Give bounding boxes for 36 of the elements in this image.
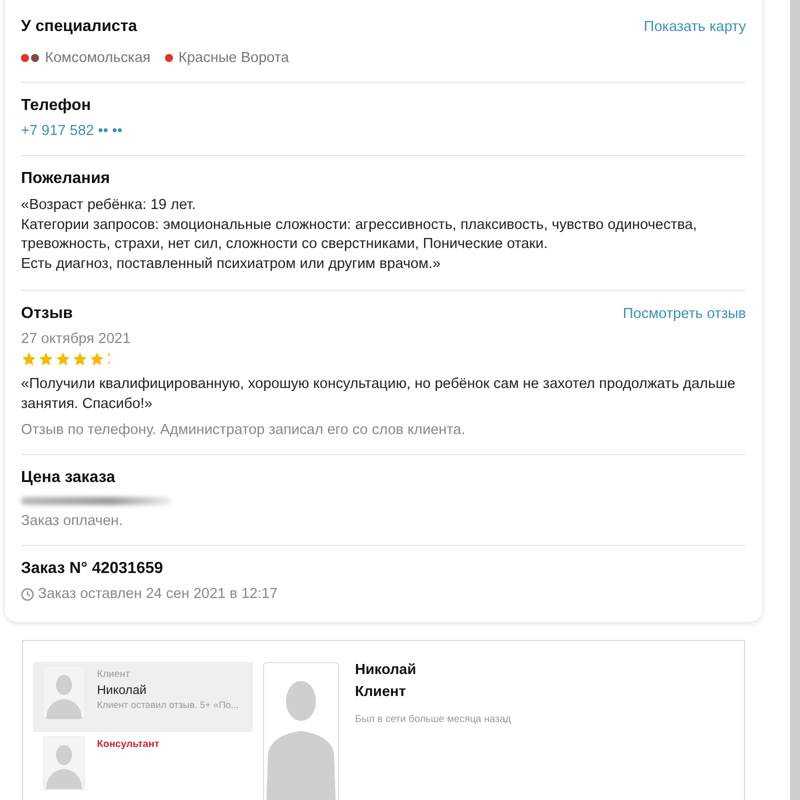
avatar-icon — [263, 662, 339, 800]
profile-role: Клиент — [355, 684, 407, 700]
star-icon — [55, 351, 71, 367]
view-review-link[interactable]: Посмотреть отзыв — [622, 306, 746, 322]
sparkle-icon — [106, 352, 112, 366]
avatar-icon — [43, 666, 85, 720]
star-icon — [72, 351, 88, 367]
metro-station: Комсомольская — [45, 50, 151, 66]
section-title: У специалиста — [21, 18, 138, 36]
star-icon — [38, 351, 54, 367]
contact-name: Николай — [97, 683, 148, 697]
review-note: Отзыв по телефону. Администратор записал его со слов клиента. — [21, 422, 466, 438]
star-icon — [21, 351, 37, 367]
review-date: 27 октября 2021 — [21, 331, 132, 347]
clock-icon — [21, 588, 34, 600]
order-time: Заказ оставлен 24 сен 2021 в 12:17 — [38, 586, 278, 602]
review-text: «Получили квалифицированную, хорошую консультацию, но ребёнок сам не захотел продолжать дальше занятия. Спасибо!» — [21, 375, 736, 414]
contact-role: Консультант — [97, 739, 160, 750]
message-preview: Клиент оставил отзыв. 5+ «По... — [97, 700, 239, 711]
contact-role: Клиент — [97, 669, 131, 680]
show-map-link[interactable]: Показать карту — [644, 19, 746, 35]
star-icon — [89, 351, 105, 367]
scrollbar[interactable] — [790, 0, 800, 800]
avatar-icon — [43, 736, 85, 790]
section-title: Цена заказа — [21, 469, 116, 487]
last-seen: Был в сети больше месяца назад — [355, 714, 511, 725]
order-number: Заказ N° 42031659 — [21, 560, 164, 578]
metro-station: Красные Ворота — [178, 50, 289, 66]
phone-number: +7 917 582 •• •• — [21, 123, 124, 139]
section-title: Отзыв — [21, 305, 73, 323]
contact-item[interactable]: Клиент Николай Клиент оставил отзыв. 5+ «По... — [33, 662, 253, 732]
payment-status: Заказ оплачен. — [21, 513, 124, 529]
section-title: Пожелания — [21, 170, 111, 188]
profile-name: Николай — [355, 662, 418, 678]
wishes-text: «Возраст ребёнка: 19 лет. Категории запросов: эмоциональные сложности: агрессивность, плаксивость, чувство одиночества, тревожность, страхи, нет сил, сложности со сверстниками, Понические отаки. Есть диагноз, поставленный психиатром или другим врачом.» — [21, 196, 698, 274]
section-title: Телефон — [21, 97, 92, 115]
